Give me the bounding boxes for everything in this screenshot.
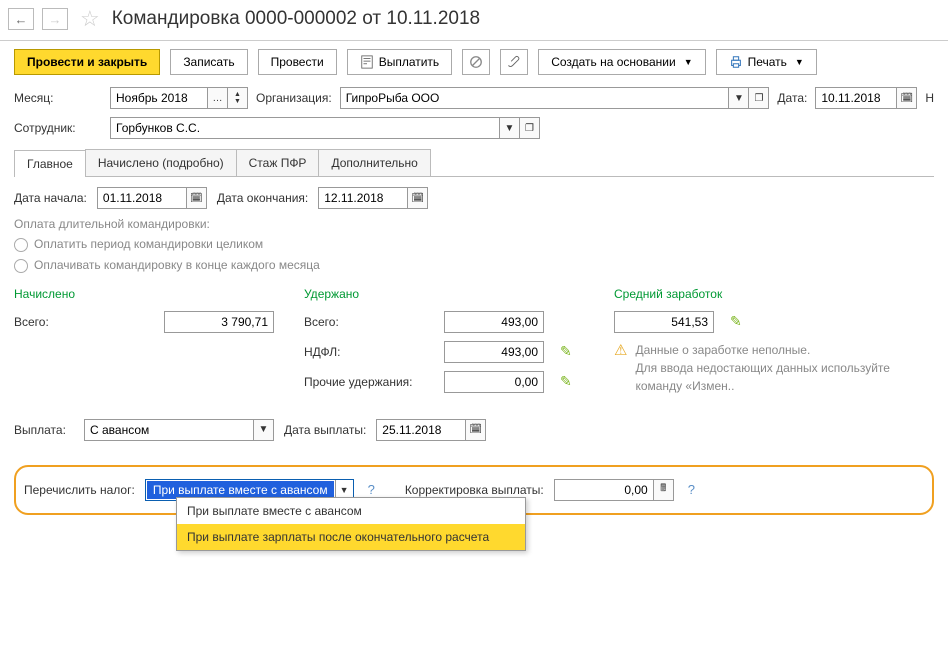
corr-label: Корректировка выплаты: (405, 483, 544, 497)
month-input-group: … ▲▼ (110, 87, 248, 109)
edit-pencil-icon[interactable]: ✎ (560, 373, 572, 390)
ndfl-input[interactable] (444, 341, 544, 363)
save-button[interactable]: Записать (170, 49, 247, 75)
page-title: Командировка 0000-000002 от 10.11.2018 (112, 8, 480, 30)
start-date-input[interactable] (97, 187, 187, 209)
print-button[interactable]: Печать▼ (716, 49, 817, 75)
calendar-icon[interactable]: 🗓 (408, 187, 428, 209)
org-dropdown-button[interactable]: ▼ (729, 87, 749, 109)
start-date-label: Дата начала: (14, 191, 87, 205)
month-select-button[interactable]: … (208, 87, 228, 109)
month-label: Месяц: (14, 91, 102, 105)
tax-transfer-dropdown: При выплате вместе с авансом При выплате… (176, 497, 526, 551)
other-ded-label: Прочие удержания: (304, 375, 434, 389)
tax-transfer-highlight: Перечислить налог: При выплате вместе с … (14, 465, 934, 515)
dropdown-option-2[interactable]: При выплате зарплаты после окончательног… (177, 524, 525, 550)
dropdown-option-1[interactable]: При выплате вместе с авансом (177, 498, 525, 524)
tab-extra[interactable]: Дополнительно (318, 149, 430, 176)
edit-pencil-icon[interactable]: ✎ (560, 343, 572, 360)
payout-dropdown-button[interactable]: ▼ (254, 419, 274, 441)
org-open-button[interactable]: ❐ (749, 87, 769, 109)
org-label: Организация: (256, 91, 332, 105)
chevron-down-icon: ▼ (684, 57, 693, 67)
employee-dropdown-button[interactable]: ▼ (500, 117, 520, 139)
accrued-header: Начислено (14, 287, 274, 301)
accrued-total-label: Всего: (14, 315, 74, 329)
org-input[interactable] (340, 87, 730, 109)
payout-date-input[interactable] (376, 419, 466, 441)
ded-total-input[interactable] (444, 311, 544, 333)
payout-label: Выплата: (14, 423, 74, 437)
employee-input[interactable] (110, 117, 500, 139)
paperclip-icon (507, 55, 521, 69)
edit-pencil-icon[interactable]: ✎ (730, 313, 742, 330)
tab-accrued[interactable]: Начислено (подробно) (85, 149, 237, 176)
attach-button[interactable] (462, 49, 490, 75)
avg-input[interactable] (614, 311, 714, 333)
payout-date-label: Дата выплаты: (284, 423, 366, 437)
tab-pfr[interactable]: Стаж ПФР (236, 149, 320, 176)
warning-icon: ⚠ (614, 341, 627, 395)
favorite-star-icon[interactable]: ☆ (80, 6, 100, 32)
radio-option-1[interactable]: Оплатить период командировки целиком (14, 237, 934, 252)
radio-option-2[interactable]: Оплачивать командировку в конце каждого … (14, 258, 934, 273)
calendar-icon[interactable]: 🗓 (897, 87, 917, 109)
printer-icon (729, 55, 743, 69)
month-input[interactable] (110, 87, 208, 109)
employee-input-group: ▼ ❐ (110, 117, 540, 139)
help-icon[interactable]: ? (368, 482, 375, 497)
ndfl-label: НДФЛ: (304, 345, 434, 359)
nav-forward[interactable]: → (42, 8, 68, 30)
avg-header: Средний заработок (614, 287, 934, 301)
tab-main[interactable]: Главное (14, 150, 86, 177)
receipt-icon (360, 55, 374, 69)
stop-icon (469, 55, 483, 69)
employee-label: Сотрудник: (14, 121, 102, 135)
employee-open-button[interactable]: ❐ (520, 117, 540, 139)
help-icon[interactable]: ? (688, 482, 695, 497)
radio-icon (14, 238, 28, 252)
tax-transfer-label: Перечислить налог: (24, 483, 135, 497)
month-spinner[interactable]: ▲▼ (228, 87, 248, 109)
warning-text: Данные о заработке неполные. Для ввода н… (635, 341, 934, 395)
radio-icon (14, 259, 28, 273)
create-based-on-button[interactable]: Создать на основании▼ (538, 49, 705, 75)
end-date-label: Дата окончания: (217, 191, 308, 205)
org-input-group: ▼ ❐ (340, 87, 770, 109)
ded-total-label: Всего: (304, 315, 434, 329)
calc-icon[interactable]: 🖩 (654, 479, 674, 501)
date-label: Дата: (777, 91, 807, 105)
accrued-total-input[interactable] (164, 311, 274, 333)
post-and-close-button[interactable]: Провести и закрыть (14, 49, 160, 75)
nav-back[interactable]: ← (8, 8, 34, 30)
chevron-down-icon: ▼ (795, 57, 804, 67)
end-date-input[interactable] (318, 187, 408, 209)
calendar-icon[interactable]: 🗓 (466, 419, 486, 441)
date-input-group: 🗓 (815, 87, 917, 109)
n-label: Н (925, 91, 934, 105)
other-ded-input[interactable] (444, 371, 544, 393)
date-input[interactable] (815, 87, 897, 109)
deducted-header: Удержано (304, 287, 584, 301)
post-button[interactable]: Провести (258, 49, 337, 75)
long-trip-label: Оплата длительной командировки: (14, 217, 934, 231)
payout-input[interactable] (84, 419, 254, 441)
calendar-icon[interactable]: 🗓 (187, 187, 207, 209)
pay-button[interactable]: Выплатить (347, 49, 453, 75)
corr-input[interactable] (554, 479, 654, 501)
attachment-button[interactable] (500, 49, 528, 75)
